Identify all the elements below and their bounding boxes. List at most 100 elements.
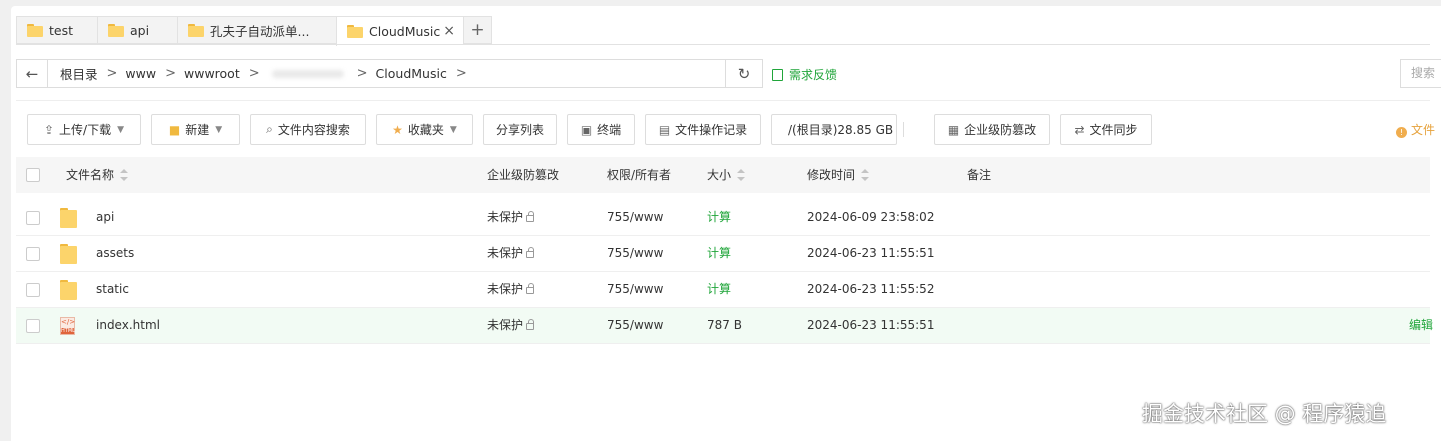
- add-tab-button[interactable]: +: [463, 16, 492, 44]
- star-icon: ★: [392, 122, 403, 137]
- new-label: 新建: [185, 123, 210, 137]
- arrow-left-icon: ←: [25, 64, 39, 83]
- header-name-label: 文件名称: [66, 168, 115, 182]
- share-list-button[interactable]: 分享列表: [483, 114, 557, 145]
- folder-icon: [27, 23, 43, 37]
- table-row[interactable]: static 未保护 755/www 计算 2024-06-23 11:55:5…: [16, 272, 1430, 308]
- refresh-button[interactable]: ↻: [725, 59, 763, 88]
- back-button[interactable]: ←: [16, 59, 48, 88]
- document-icon: ▤: [658, 122, 671, 137]
- size-calculate[interactable]: 计算: [707, 236, 731, 271]
- table-row[interactable]: assets 未保护 755/www 计算 2024-06-23 11:55:5…: [16, 236, 1430, 272]
- header-note: 备注: [967, 168, 992, 182]
- folder-icon: [347, 25, 363, 38]
- sort-icon: [120, 169, 129, 181]
- tab-test[interactable]: test: [16, 16, 97, 44]
- chevron-down-icon: ▼: [117, 124, 125, 135]
- file-name[interactable]: assets: [96, 236, 134, 271]
- header-name[interactable]: 文件名称: [66, 157, 129, 193]
- info-link[interactable]: ! 文件: [1396, 121, 1435, 138]
- breadcrumb[interactable]: 根目录 > www > wwwroot > > CloudMusic >: [47, 59, 726, 88]
- lock-icon[interactable]: [526, 283, 535, 294]
- permission[interactable]: 755/www: [607, 308, 663, 343]
- file-name[interactable]: api: [96, 200, 114, 235]
- feedback-link[interactable]: 需求反馈: [772, 66, 837, 83]
- crumb-www[interactable]: www: [125, 66, 156, 81]
- lock-icon[interactable]: [526, 319, 535, 330]
- sort-icon: [861, 169, 870, 181]
- header-permission: 权限/所有者: [607, 168, 672, 182]
- tamper-status: 未保护: [487, 236, 535, 271]
- watermark: 掘金技术社区 @ 程序猿追: [1142, 402, 1387, 426]
- row-checkbox[interactable]: [26, 319, 40, 333]
- crumb-root[interactable]: 根目录: [60, 64, 98, 83]
- size-calculate[interactable]: 计算: [707, 272, 731, 307]
- edit-link[interactable]: 编辑: [1409, 308, 1433, 343]
- favorites-label: 收藏夹: [407, 123, 444, 137]
- chevron-right-icon: >: [455, 66, 467, 81]
- file-name[interactable]: static: [96, 272, 129, 307]
- row-checkbox[interactable]: [26, 247, 40, 261]
- tab-cloudmusic[interactable]: CloudMusic ×: [336, 16, 463, 46]
- table-row[interactable]: </> HTML index.html 未保护 755/www 787 B 202…: [16, 308, 1433, 344]
- crumb-wwwroot[interactable]: wwwroot: [184, 66, 240, 81]
- toolbar-divider: [903, 122, 904, 137]
- file-name[interactable]: index.html: [96, 308, 160, 343]
- permission[interactable]: 755/www: [607, 200, 663, 235]
- upload-download-button[interactable]: ⇪ 上传/下载 ▼: [27, 114, 141, 145]
- modified-time: 2024-06-23 11:55:52: [807, 282, 935, 296]
- table-header: 文件名称 企业级防篡改 权限/所有者 大小 修改时间 备注: [16, 157, 1430, 193]
- chevron-right-icon: >: [356, 66, 368, 81]
- search-icon: ⌕: [266, 122, 273, 136]
- tab-api[interactable]: api: [97, 16, 177, 44]
- table-row[interactable]: api 未保护 755/www 计算 2024-06-09 23:58:02: [16, 200, 1430, 236]
- close-icon[interactable]: ×: [443, 23, 455, 39]
- tamper-label: 未保护: [487, 246, 524, 260]
- tab-label: api: [130, 22, 150, 38]
- shield-icon: ▦: [947, 122, 960, 137]
- feedback-label: 需求反馈: [789, 68, 838, 82]
- upload-icon: ⇪: [43, 122, 55, 137]
- row-checkbox[interactable]: [26, 283, 40, 297]
- lock-icon[interactable]: [526, 247, 535, 258]
- chevron-right-icon: >: [106, 66, 118, 81]
- permission[interactable]: 755/www: [607, 236, 663, 271]
- address-divider: [16, 100, 1430, 101]
- folder-icon: [108, 23, 124, 37]
- tab-label: CloudMusic: [369, 24, 441, 39]
- crumb-cloudmusic[interactable]: CloudMusic: [376, 66, 447, 81]
- new-folder-icon: ■: [168, 122, 181, 137]
- lock-icon[interactable]: [526, 211, 535, 222]
- tamper-status: 未保护: [487, 272, 535, 307]
- size-calculate[interactable]: 计算: [707, 200, 731, 235]
- html-icon-code: </>: [61, 318, 76, 326]
- folder-icon: [188, 23, 204, 37]
- content-search-button[interactable]: ⌕ 文件内容搜索: [250, 114, 366, 145]
- favorites-button[interactable]: ★ 收藏夹 ▼: [376, 114, 473, 145]
- info-icon: !: [1396, 127, 1407, 138]
- upload-label: 上传/下载: [59, 123, 112, 137]
- terminal-label: 终端: [597, 123, 622, 137]
- tamper-proof-button[interactable]: ▦ 企业级防篡改: [934, 114, 1050, 145]
- header-mtime[interactable]: 修改时间: [807, 157, 870, 193]
- info-label: 文件: [1411, 123, 1436, 137]
- file-sync-button[interactable]: ⇄ 文件同步: [1060, 114, 1152, 145]
- file-size: 787 B: [707, 318, 742, 332]
- search-input[interactable]: 搜索: [1400, 59, 1441, 88]
- header-mtime-label: 修改时间: [807, 168, 856, 182]
- tab-label: 孔夫子自动派单...: [210, 23, 310, 39]
- select-all-checkbox[interactable]: [26, 168, 40, 182]
- disk-button[interactable]: /(根目录)28.85 GB: [771, 114, 897, 145]
- permission[interactable]: 755/www: [607, 272, 663, 307]
- new-button[interactable]: ■ 新建 ▼: [151, 114, 240, 145]
- tamper-label: 未保护: [487, 282, 524, 296]
- tamper-status: 未保护: [487, 308, 535, 343]
- file-sync-label: 文件同步: [1089, 123, 1138, 137]
- terminal-button[interactable]: ▣ 终端: [567, 114, 635, 145]
- terminal-icon: ▣: [580, 122, 593, 137]
- tab-auto-dispatch[interactable]: 孔夫子自动派单...: [177, 16, 336, 44]
- operation-log-button[interactable]: ▤ 文件操作记录: [645, 114, 761, 145]
- row-checkbox[interactable]: [26, 211, 40, 225]
- header-size[interactable]: 大小: [707, 157, 746, 193]
- folder-icon: [60, 244, 77, 264]
